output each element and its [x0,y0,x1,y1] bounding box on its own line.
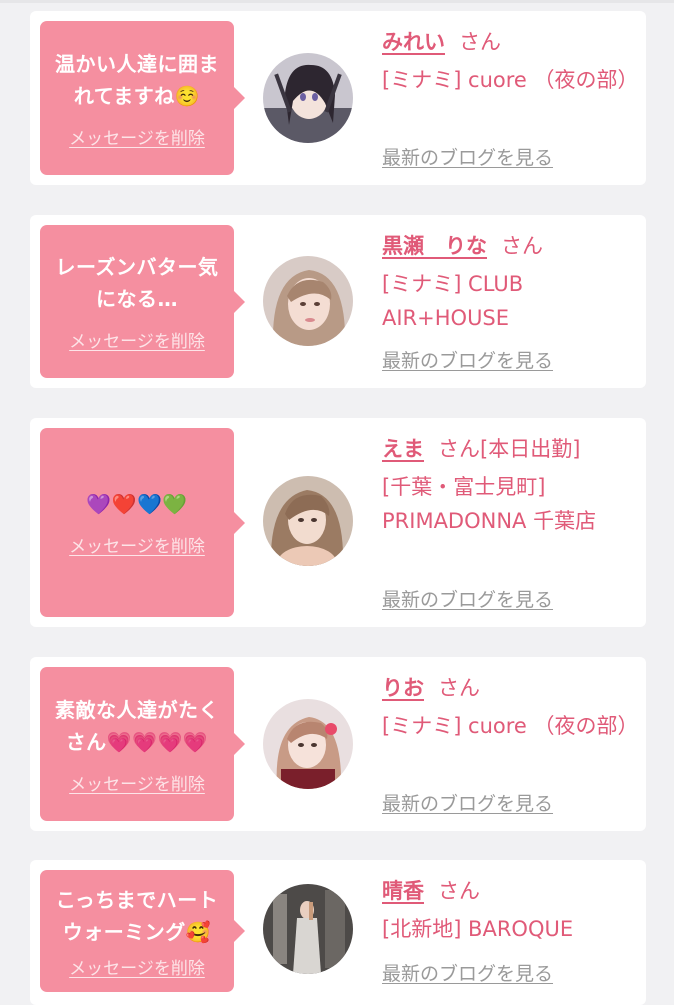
message-card: 温かい人達に囲まれてますね☺️ メッセージを削除 みれい さん [ミナミ] cuo… [30,11,646,185]
honorific: さん [438,879,480,903]
message-card: 素敵な人達がたくさん💗💗💗💗 メッセージを削除 りお さん [ミナミ] cuore… [30,657,646,831]
user-info: 黒瀬 りな さん [ミナミ] CLUB AIR+HOUSE [382,229,632,335]
shop-name: [千葉・富士見町] PRIMADONNA 千葉店 [382,475,597,533]
message-text: 素敵な人達がたくさん💗💗💗💗 [55,697,219,754]
shop-name: [北新地] BAROQUE [382,917,574,941]
message-bubble: 素敵な人達がたくさん💗💗💗💗 メッセージを削除 [40,667,245,821]
avatar[interactable] [263,884,353,974]
message-card: 💜❤️💙💚 メッセージを削除 えま さん[本日出勤] [千葉・富士見町] PRIM… [30,418,646,627]
message-bubble: レーズンバター気になる… メッセージを削除 [40,225,245,378]
message-text: こっちまでハートウォーミング🥰 [55,887,219,944]
message-card: こっちまでハートウォーミング🥰 メッセージを削除 晴香 さん [北新地] BARO… [30,860,646,1005]
user-name-link[interactable]: みれい [382,30,445,54]
honorific: さん [501,234,543,258]
delete-message-link[interactable]: メッセージを削除 [69,954,205,979]
user-name-link[interactable]: 黒瀬 りな [382,234,487,258]
avatar[interactable] [263,256,353,346]
honorific: さん [459,30,501,54]
message-bubble: こっちまでハートウォーミング🥰 メッセージを削除 [40,870,245,992]
message-text: 温かい人達に囲まれてますね☺️ [55,51,219,108]
honorific: さん [438,676,480,700]
latest-blog-link[interactable]: 最新のブログを見る [382,585,553,612]
shop-name: [ミナミ] cuore （夜の部） [382,714,639,738]
latest-blog-link[interactable]: 最新のブログを見る [382,789,553,816]
message-text: レーズンバター気になる… [55,255,219,311]
latest-blog-link[interactable]: 最新のブログを見る [382,959,553,986]
delete-message-link[interactable]: メッセージを削除 [69,124,205,149]
avatar[interactable] [263,53,353,143]
message-text: 💜❤️💙💚 [86,492,188,516]
user-info: みれい さん [ミナミ] cuore （夜の部） [382,25,639,97]
delete-message-link[interactable]: メッセージを削除 [69,532,205,557]
honorific: さん[本日出勤] [438,437,581,461]
shop-name: [ミナミ] CLUB AIR+HOUSE [382,272,524,330]
top-divider [0,0,674,3]
shop-name: [ミナミ] cuore （夜の部） [382,68,639,92]
user-info: えま さん[本日出勤] [千葉・富士見町] PRIMADONNA 千葉店 [382,432,632,538]
avatar[interactable] [263,476,353,566]
user-name-link[interactable]: りお [382,676,424,700]
latest-blog-link[interactable]: 最新のブログを見る [382,143,553,170]
message-bubble: 💜❤️💙💚 メッセージを削除 [40,428,245,617]
avatar[interactable] [263,699,353,789]
delete-message-link[interactable]: メッセージを削除 [69,327,205,352]
message-card: レーズンバター気になる… メッセージを削除 黒瀬 りな さん [ミナミ] CLUB… [30,215,646,388]
message-bubble: 温かい人達に囲まれてますね☺️ メッセージを削除 [40,21,245,175]
user-name-link[interactable]: えま [382,437,424,461]
delete-message-link[interactable]: メッセージを削除 [69,770,205,795]
latest-blog-link[interactable]: 最新のブログを見る [382,346,553,373]
user-name-link[interactable]: 晴香 [382,879,424,903]
user-info: りお さん [ミナミ] cuore （夜の部） [382,671,639,743]
user-info: 晴香 さん [北新地] BAROQUE [382,874,632,946]
